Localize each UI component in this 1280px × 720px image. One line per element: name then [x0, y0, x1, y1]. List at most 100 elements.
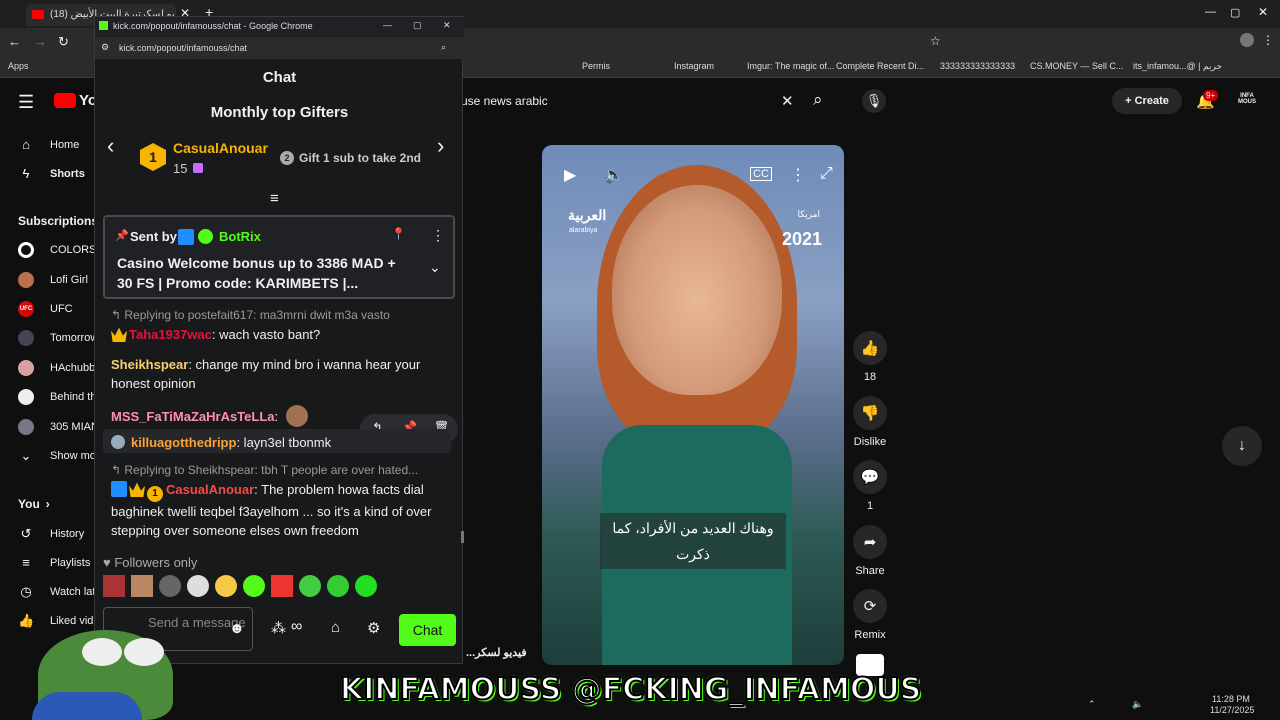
bookmark-imgur[interactable]: Imgur: The magic of... [747, 61, 834, 71]
emote-icon[interactable] [299, 575, 321, 597]
kick-dots-icon[interactable]: ⁂ [271, 619, 286, 637]
collapse-gifters-icon[interactable]: ≡ [270, 190, 279, 207]
store-icon[interactable]: ⌂ [331, 619, 340, 636]
tray-chevron-icon[interactable]: ⌃ [1088, 699, 1096, 710]
unpin-icon[interactable]: 📍 [391, 227, 406, 241]
bookmark-star-icon[interactable]: ☆ [930, 34, 941, 48]
emote-icon[interactable] [103, 575, 125, 597]
chat-username[interactable]: CasualAnouar [166, 482, 254, 497]
chat-message[interactable]: 1 CasualAnouar: The problem howa facts di… [111, 480, 451, 540]
video-title[interactable]: ...فيديو لسكر [466, 646, 527, 659]
tray-time[interactable]: 11:28 PM [1212, 694, 1250, 704]
chat-url-bar[interactable]: ⚙ kick.com/popout/infamouss/chat ⌕ [95, 37, 464, 59]
bookmark-infamous[interactable]: its_infamou...@ | جريم [1133, 61, 1222, 72]
chat-send-button[interactable]: Chat [399, 614, 456, 646]
captions-icon[interactable]: CC [750, 167, 772, 181]
chat-username[interactable]: killuagotthedripp [131, 435, 236, 450]
profile-avatar[interactable] [1240, 33, 1254, 47]
maximize-icon[interactable]: ▢ [1230, 6, 1240, 19]
clear-search-icon[interactable]: ✕ [781, 92, 794, 110]
reload-icon[interactable]: ↻ [58, 34, 69, 50]
chat-username[interactable]: Sheikhspear [111, 357, 188, 372]
chat-username[interactable]: MSS_FaTiMaZaHrAsTeLLa [111, 409, 275, 424]
zoom-icon[interactable]: ⌕ [441, 42, 446, 53]
search-bar[interactable]: use news arabic ✕ [455, 88, 805, 116]
chat-message[interactable]: Sheikhspear: change my mind bro i wanna … [111, 355, 451, 393]
like-button[interactable]: 👍 18 [853, 331, 887, 383]
volume-icon[interactable]: 🔈 [604, 165, 624, 185]
bookmark-3333[interactable]: 333333333333333 [940, 61, 1015, 71]
infinity-icon[interactable]: ∞ [291, 618, 302, 636]
sidebar-item-history[interactable]: ↺ History [18, 524, 85, 544]
sidebar-show-more[interactable]: ⌄ Show mo [18, 446, 96, 466]
emote-icon[interactable] [243, 575, 265, 597]
site-info-icon[interactable]: ⚙ [101, 42, 109, 53]
clock-icon: ◷ [20, 584, 32, 599]
top-gifter-name[interactable]: CasualAnouar [173, 140, 268, 156]
next-video-arrow-icon[interactable]: ↓ [1222, 426, 1262, 466]
more-options-icon[interactable]: ⋮ [790, 165, 806, 185]
play-icon[interactable]: ▶ [564, 165, 576, 185]
minimize-icon[interactable]: — [383, 20, 392, 30]
chat-message[interactable]: killuagotthedripp: layn3el tbonmk [111, 433, 331, 452]
bookmark-apps[interactable]: Apps [8, 61, 29, 71]
emoji-icon[interactable]: ☻ [229, 620, 245, 637]
playlists-icon: ≡ [22, 555, 30, 570]
emote-icon[interactable] [187, 575, 209, 597]
emote-icon[interactable] [215, 575, 237, 597]
create-button[interactable]: + Create [1112, 88, 1182, 114]
remix-button[interactable]: ⟳ Remix [853, 589, 887, 641]
expand-pinned-icon[interactable]: ⌄ [429, 259, 441, 276]
emote-icon[interactable] [131, 575, 153, 597]
emote-icon[interactable] [327, 575, 349, 597]
pinned-menu-icon[interactable]: ⋮ [431, 227, 445, 244]
fullscreen-icon[interactable]: ⤢ [820, 165, 833, 183]
close-window-icon[interactable]: ✕ [443, 20, 451, 31]
you-heading[interactable]: You › [18, 494, 50, 514]
sidebar-sub-ufc[interactable]: UFC UFC [18, 299, 73, 319]
bookmark-permis[interactable]: Permis [582, 61, 610, 71]
sidebar-item-shorts[interactable]: ϟ Shorts [18, 164, 85, 184]
menu-icon[interactable]: ⋮ [1262, 33, 1274, 47]
sidebar-sub-hachubb[interactable]: HAchubb [18, 358, 95, 378]
next-gifter-icon[interactable]: › [437, 133, 444, 159]
sidebar-sub-305[interactable]: 305 MIAN [18, 417, 99, 437]
share-button[interactable]: ➦ Share [853, 525, 887, 577]
sidebar-sub-colors[interactable]: COLORS [18, 240, 96, 260]
sidebar-item-home[interactable]: ⌂ Home [18, 135, 79, 155]
sidebar-sub-lofi[interactable]: Lofi Girl [18, 270, 88, 290]
emote-icon[interactable] [271, 575, 293, 597]
tray-volume-icon[interactable]: 🔈 [1132, 699, 1143, 710]
emote-icon[interactable] [355, 575, 377, 597]
search-input[interactable]: use news arabic [461, 94, 548, 108]
microphone-icon[interactable]: 🎙 [862, 89, 886, 113]
emote-icon[interactable] [159, 575, 181, 597]
chat-message[interactable]: Taha1937wac: wach vasto bant? [111, 325, 320, 344]
subscriptions-heading[interactable]: Subscriptions [18, 211, 98, 231]
tray-date[interactable]: 11/27/2025 [1210, 705, 1254, 715]
comments-button[interactable]: 💬 1 [853, 460, 887, 512]
pinned-sender[interactable]: BotRix [219, 229, 261, 244]
chat-scrollbar[interactable] [461, 531, 464, 543]
prev-gifter-icon[interactable]: ‹ [107, 133, 114, 159]
sidebar-sub-tomorrow[interactable]: Tomorrow [18, 328, 98, 348]
close-window-icon[interactable]: ✕ [1258, 5, 1268, 19]
dislike-button[interactable]: 👎 Dislike [853, 396, 887, 448]
back-icon[interactable]: ← [8, 34, 21, 49]
sidebar-item-watch-later[interactable]: ◷ Watch lat [18, 582, 95, 602]
maximize-icon[interactable]: ▢ [413, 20, 422, 31]
pinned-message[interactable]: 📌 Sent by BotRix 📍 ⋮ Casino Welcome bonu… [103, 215, 455, 299]
bookmark-instagram[interactable]: Instagram [674, 61, 714, 71]
settings-gear-icon[interactable]: ⚙ [367, 619, 380, 637]
bookmark-complete[interactable]: Complete Recent Di... [836, 61, 924, 71]
sidebar-item-playlists[interactable]: ≡ Playlists [18, 553, 90, 573]
search-icon[interactable]: ⌕ [813, 90, 823, 110]
shorts-video-player[interactable]: ▶ 🔈 CC ⋮ ⤢ العربية alarabiya امريكا 2021… [542, 145, 844, 665]
minimize-icon[interactable]: — [1205, 6, 1216, 18]
forward-icon[interactable]: → [34, 34, 47, 49]
chat-message[interactable]: MSS_FaTiMaZaHrAsTeLLa: [111, 405, 309, 427]
bookmark-csmoney[interactable]: CS.MONEY — Sell C... [1030, 61, 1123, 71]
sidebar-sub-behind[interactable]: Behind th [18, 387, 96, 407]
chat-username[interactable]: Taha1937wac [129, 327, 212, 342]
channel-avatar[interactable]: INFA MOUS [1236, 93, 1258, 109]
